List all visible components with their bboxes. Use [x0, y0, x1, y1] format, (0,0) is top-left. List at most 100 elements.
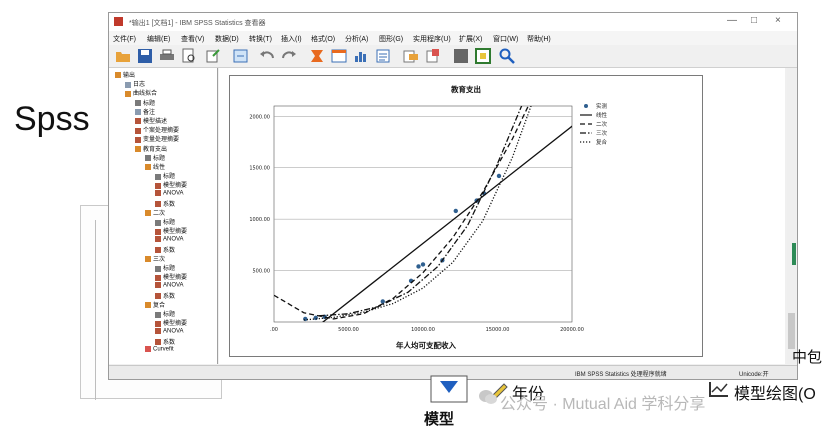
- tree-item[interactable]: 模型摘要: [155, 318, 187, 327]
- table-node-icon: [135, 127, 141, 134]
- variables-icon[interactable]: [353, 48, 369, 64]
- title-node-icon: [155, 265, 161, 272]
- slide-label: Spss: [14, 100, 90, 138]
- tree-item-label: 输出: [123, 73, 136, 79]
- x-tick-label: 20000.00: [560, 327, 584, 333]
- goto-variable-icon[interactable]: [331, 48, 347, 64]
- tree-item[interactable]: 模型描述: [135, 116, 167, 125]
- goto-data-icon[interactable]: [233, 48, 249, 64]
- tree-item-label: 系数: [163, 339, 176, 346]
- menu-utilities[interactable]: 实用程序(U): [413, 34, 451, 44]
- maximize-button[interactable]: □: [751, 15, 757, 26]
- menu-edit[interactable]: 编辑(E): [147, 34, 170, 44]
- tree-item[interactable]: 标题: [145, 153, 165, 162]
- find-icon[interactable]: [499, 48, 515, 64]
- spss-viewer-window: *输出1 [文档1] - IBM SPSS Statistics 查看器 — □…: [108, 12, 798, 380]
- insert-output-icon[interactable]: [375, 48, 391, 64]
- table-node-icon: [155, 235, 161, 242]
- menu-extensions[interactable]: 扩展(X): [459, 34, 482, 44]
- menu-bar: 文件(F) 编辑(E) 查看(V) 数据(D) 转换(T) 插入(I) 格式(O…: [109, 31, 797, 45]
- menu-data[interactable]: 数据(D): [215, 34, 239, 44]
- unicode-status: Unicode:开: [739, 372, 769, 378]
- tree-item[interactable]: 日志: [125, 79, 145, 88]
- menu-insert[interactable]: 插入(I): [281, 34, 302, 44]
- table-node-icon: [155, 339, 161, 346]
- tree-item[interactable]: 线性: [145, 162, 165, 171]
- tree-item[interactable]: 变量处理摘要: [135, 134, 179, 143]
- open-folder-icon[interactable]: [115, 48, 131, 64]
- scrollbar-thumb[interactable]: [788, 313, 795, 349]
- x-tick-label: 15000.00: [486, 327, 510, 333]
- tree-item[interactable]: 模型摘要: [155, 180, 187, 189]
- title-node-icon: [155, 173, 161, 180]
- pivot-icon[interactable]: [403, 48, 419, 64]
- tree-item[interactable]: 系数: [155, 199, 175, 208]
- print-icon[interactable]: [159, 48, 175, 64]
- promote-icon[interactable]: [425, 48, 441, 64]
- legend-label: 线性: [596, 111, 608, 119]
- tree-item[interactable]: 标题: [155, 309, 175, 318]
- tree-item[interactable]: 系数: [155, 245, 175, 254]
- wechat-icon: [479, 390, 497, 404]
- tree-item[interactable]: 标题: [135, 98, 155, 107]
- tree-item[interactable]: ANOVA: [155, 235, 184, 242]
- menu-format[interactable]: 格式(O): [311, 34, 335, 44]
- data-point: [496, 173, 502, 179]
- goto-case-icon[interactable]: [309, 48, 325, 64]
- minimize-button[interactable]: —: [727, 15, 737, 26]
- y-tick-label: 1000.00: [249, 217, 270, 223]
- menu-analyze[interactable]: 分析(A): [345, 34, 368, 44]
- toolbar: [109, 45, 797, 68]
- menu-window[interactable]: 窗口(W): [493, 34, 518, 44]
- curve-fit-chart[interactable]: 教育支出 年人均可支配收入 500.00 1000.00 1500.00 2000.0…: [229, 75, 703, 357]
- menu-transform[interactable]: 转换(T): [249, 34, 272, 44]
- select-icon[interactable]: [475, 48, 491, 64]
- menu-file[interactable]: 文件(F): [113, 34, 136, 44]
- print-preview-icon[interactable]: [181, 48, 197, 64]
- chart-xlabel: 年人均可支配收入: [396, 340, 456, 350]
- tree-item[interactable]: 个案处理摘要: [135, 125, 179, 134]
- tree-item[interactable]: 备注: [135, 107, 155, 116]
- table-node-icon: [155, 327, 161, 334]
- tree-item[interactable]: ANOVA: [155, 189, 184, 196]
- menu-view[interactable]: 查看(V): [181, 34, 204, 44]
- table-node-icon: [155, 182, 161, 189]
- data-point: [416, 264, 421, 269]
- tree-item[interactable]: ANOVA: [155, 281, 184, 288]
- model-plot-label: 模型绘图(O: [734, 386, 816, 403]
- tree-item[interactable]: ANOVA: [155, 327, 184, 334]
- demote-icon[interactable]: [453, 48, 469, 64]
- series-line: [303, 106, 532, 321]
- tree-item[interactable]: 三次: [145, 254, 165, 263]
- table-node-icon: [155, 274, 161, 281]
- title-node-icon: [155, 311, 161, 318]
- tree-item[interactable]: Curvefit: [145, 346, 174, 353]
- data-point: [313, 315, 318, 321]
- tree-item[interactable]: 标题: [155, 217, 175, 226]
- tree-item[interactable]: 标题: [155, 263, 175, 272]
- tree-item[interactable]: 复合: [145, 300, 165, 309]
- tree-item[interactable]: 教育支出: [135, 144, 167, 153]
- tree-item[interactable]: 系数: [155, 291, 175, 300]
- redo-icon[interactable]: [281, 48, 297, 64]
- close-button[interactable]: ×: [775, 15, 781, 26]
- tree-item[interactable]: 系数: [155, 337, 175, 346]
- tree-item[interactable]: 曲线拟合: [125, 88, 157, 97]
- y-tick-label: 2000.00: [249, 114, 270, 120]
- export-icon[interactable]: [205, 48, 221, 64]
- undo-icon[interactable]: [259, 48, 275, 64]
- series-line: [274, 106, 530, 320]
- menu-help[interactable]: 帮助(H): [527, 34, 551, 44]
- tree-item[interactable]: 模型摘要: [155, 226, 187, 235]
- tree-item[interactable]: 输出: [115, 70, 135, 79]
- tree-item[interactable]: 模型摘要: [155, 272, 187, 281]
- legend-label: 二次: [596, 120, 608, 128]
- tree-item[interactable]: 标题: [155, 171, 175, 180]
- table-node-icon: [155, 281, 161, 288]
- tree-item-label: 复合: [153, 303, 166, 309]
- menu-graphs[interactable]: 图形(G): [379, 34, 403, 44]
- tree-item[interactable]: 二次: [145, 208, 165, 217]
- save-icon[interactable]: [137, 48, 153, 64]
- chart-svg: 教育支出 年人均可支配收入 500.00 1000.00 1500.00 2000.0…: [249, 84, 608, 350]
- spss-app-icon: [114, 17, 123, 26]
